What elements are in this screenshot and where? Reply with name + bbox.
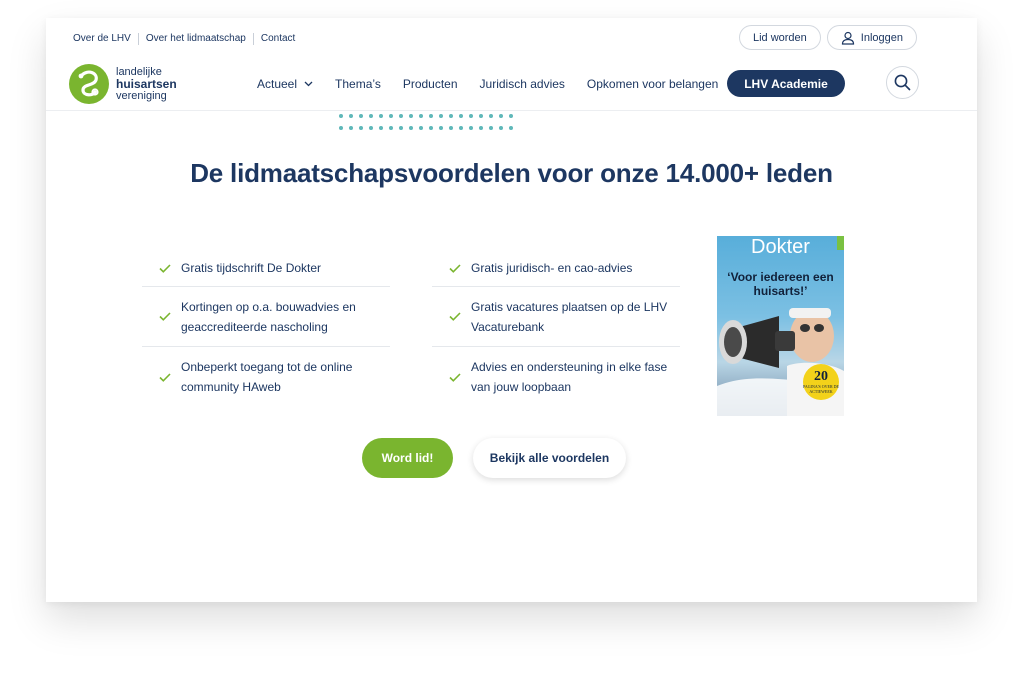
check-icon (449, 263, 461, 273)
decorative-dot (409, 114, 413, 118)
account-buttons: Lid worden Inloggen (738, 25, 917, 50)
logo-line-2: huisartsen (116, 77, 177, 91)
become-member-cta-button[interactable]: Word lid! (362, 438, 453, 478)
decorative-dots (339, 114, 513, 130)
check-icon (159, 263, 171, 273)
benefits-list-right: Gratis juridisch- en cao-advies Gratis v… (432, 250, 680, 407)
decorative-dot (419, 114, 423, 118)
lhv-logo-icon (69, 64, 109, 104)
decorative-dot (399, 126, 403, 130)
utility-link-contact[interactable]: Contact (252, 33, 302, 45)
check-icon (159, 372, 171, 382)
logo-line-3: vereniging (116, 90, 167, 102)
decorative-dot (439, 126, 443, 130)
decorative-dot (509, 126, 513, 130)
benefit-text: Onbeperkt toegang tot de online communit… (181, 360, 353, 394)
benefit-text: Kortingen op o.a. bouwadvies en geaccred… (181, 299, 356, 334)
nav-divider (46, 110, 977, 111)
decorative-dot (359, 114, 363, 118)
benefit-item: Gratis juridisch- en cao-advies (432, 250, 680, 287)
benefit-text: Gratis tijdschrift De Dokter (181, 261, 322, 275)
benefit-text: Gratis juridisch- en cao-advies (471, 261, 633, 275)
decorative-dot (349, 114, 353, 118)
utility-link-about[interactable]: Over de LHV (73, 33, 138, 45)
decorative-dot (339, 114, 343, 118)
magazine-badge: 20 PAGINA'S OVER DE ACTIEWEEK (803, 364, 839, 400)
page-title: De lidmaatschapsvoordelen voor onze 14.0… (190, 158, 833, 188)
lhv-academie-button[interactable]: LHV Academie (727, 70, 845, 97)
decorative-dot (409, 126, 413, 130)
decorative-dot (399, 114, 403, 118)
nav-item-juridisch-advies[interactable]: Juridisch advies (480, 77, 565, 91)
decorative-dot (459, 126, 463, 130)
logo-wordmark: landelijke huisartsen vereniging (116, 66, 177, 102)
decorative-dot (499, 126, 503, 130)
decorative-dot (369, 114, 373, 118)
decorative-dot (379, 114, 383, 118)
decorative-dot (489, 126, 493, 130)
decorative-dot (359, 126, 363, 130)
become-member-label: Lid worden (752, 31, 807, 44)
utility-nav: Over de LHV Over het lidmaatschap Contac… (73, 33, 302, 45)
nav-item-opkomen-voor-belangen[interactable]: Opkomen voor belangen (587, 77, 718, 91)
decorative-dot (429, 114, 433, 118)
decorative-dot (489, 114, 493, 118)
benefit-item: Onbeperkt toegang tot de online communit… (142, 347, 390, 407)
decorative-dot (389, 126, 393, 130)
nav-item-producten[interactable]: Producten (403, 77, 458, 91)
user-icon (841, 31, 854, 45)
decorative-dot (449, 114, 453, 118)
decorative-dot (429, 126, 433, 130)
search-icon (894, 74, 911, 91)
view-all-benefits-button[interactable]: Bekijk alle voordelen (473, 438, 626, 478)
benefit-item: Advies en ondersteuning in elke fase van… (432, 347, 680, 407)
decorative-dot (459, 114, 463, 118)
decorative-dot (449, 126, 453, 130)
decorative-dot (479, 126, 483, 130)
nav-item-themas[interactable]: Thema’s (335, 77, 381, 91)
benefit-item: Gratis vacatures plaatsen op de LHV Vaca… (432, 287, 680, 347)
decorative-dot (339, 126, 343, 130)
browser-frame: Over de LHV Over het lidmaatschap Contac… (46, 18, 977, 602)
decorative-dot (439, 114, 443, 118)
decorative-dot (509, 114, 513, 118)
decorative-dot (469, 114, 473, 118)
decorative-dot (369, 126, 373, 130)
chevron-down-icon (304, 81, 313, 87)
benefit-text: Advies en ondersteuning in elke fase van… (471, 360, 668, 394)
benefits-list-left: Gratis tijdschrift De Dokter Kortingen o… (142, 250, 390, 407)
become-member-button[interactable]: Lid worden (738, 25, 821, 50)
utility-link-membership[interactable]: Over het lidmaatschap (137, 33, 253, 45)
benefit-text: Gratis vacatures plaatsen op de LHV Vaca… (471, 299, 668, 334)
decorative-dot (479, 114, 483, 118)
nav-item-actueel[interactable]: Actueel (257, 77, 313, 91)
decorative-dot (379, 126, 383, 130)
magazine-badge-number: 20 (814, 369, 828, 384)
nav-item-actueel-label: Actueel (257, 77, 298, 91)
benefit-item: Gratis tijdschrift De Dokter (142, 250, 390, 287)
magazine-badge-text: PAGINA'S OVER DE ACTIEWEEK (803, 384, 839, 394)
decorative-dot (469, 126, 473, 130)
main-nav: Actueel Thema’s Producten Juridisch advi… (257, 71, 740, 97)
login-button[interactable]: Inloggen (826, 25, 917, 50)
decorative-dot (499, 114, 503, 118)
login-label: Inloggen (860, 31, 903, 44)
decorative-dot (349, 126, 353, 130)
search-button[interactable] (886, 66, 919, 99)
decorative-dot (419, 126, 423, 130)
lhv-logo[interactable]: landelijke huisartsen vereniging (68, 63, 177, 105)
benefit-item: Kortingen op o.a. bouwadvies en geaccred… (142, 287, 390, 347)
check-icon (449, 372, 461, 382)
decorative-dot (389, 114, 393, 118)
check-icon (449, 312, 461, 321)
check-icon (159, 312, 171, 321)
magazine-cover-image: Dokter ‘Voor iedereen een huisarts!’ 20 … (717, 236, 844, 416)
